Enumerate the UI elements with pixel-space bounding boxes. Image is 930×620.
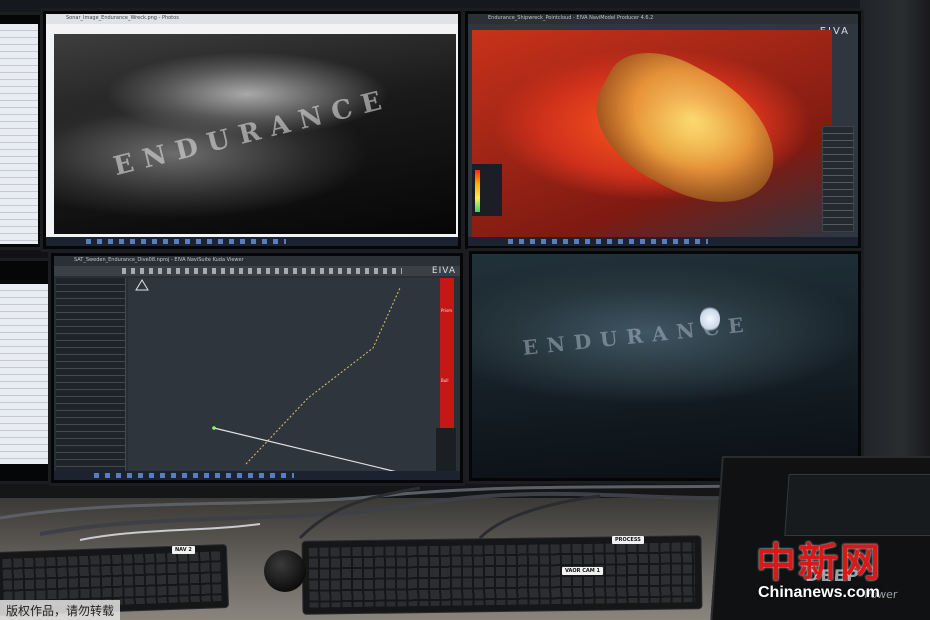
watermark-english: Chinanews.com: [758, 584, 880, 601]
settings-panel: [0, 24, 38, 244]
project-tree-panel[interactable]: [56, 278, 126, 474]
depth-gauge-bar: Prism Bull: [440, 278, 454, 428]
windows-taskbar: [468, 237, 858, 246]
keyboard-label-nav: NAV 2: [172, 546, 195, 554]
device-screen: [784, 474, 930, 536]
monitor-camera-feed: ENDURANCE: [466, 248, 864, 484]
window-title: Endurance_Shipwreck_Pointcloud - EIVA Na…: [488, 15, 654, 21]
window-title: Sonar_Image_Endurance_Wreck.png - Photos: [66, 15, 179, 21]
track-plot-view[interactable]: [128, 278, 446, 477]
window-title: SAT_Sweden_Endurance_Dive08.nproj - EIVA…: [74, 257, 244, 263]
sonar-wreck-image: ENDURANCE: [54, 34, 456, 234]
depth-readout-panel: [436, 428, 456, 476]
wreck-hull-model: [574, 32, 800, 228]
windows-taskbar: [54, 471, 460, 480]
watermark-chinese: 中新网: [756, 539, 882, 586]
right-wall-equipment: [860, 0, 930, 470]
microphone-foam: [264, 550, 306, 592]
color-legend: [472, 164, 502, 216]
keyboard-main[interactable]: [301, 535, 703, 615]
pointcloud-view[interactable]: [472, 30, 832, 240]
keyboard-label-process: PROCESS: [612, 536, 644, 544]
sea-creature: [700, 306, 720, 332]
copyright-notice: 版权作品，请勿转载: [0, 600, 121, 620]
monitor-left-top-partial: [0, 12, 44, 250]
monitor-navigation-track: SAT_Sweden_Endurance_Dive08.nproj - EIVA…: [48, 250, 466, 486]
underwater-camera-image: ENDURANCE: [472, 254, 858, 478]
track-lines: [135, 279, 415, 477]
toolbar[interactable]: [54, 266, 460, 276]
photos-titlebar: Sonar_Image_Endurance_Wreck.png - Photos: [46, 14, 458, 24]
navimodel-titlebar: Endurance_Shipwreck_Pointcloud - EIVA Na…: [468, 14, 858, 24]
kuda-titlebar: SAT_Sweden_Endurance_Dive08.nproj - EIVA…: [54, 256, 460, 266]
depth-label-bottom: Bull: [441, 378, 449, 383]
config-panel: [0, 284, 50, 464]
hull-nameplate: ENDURANCE: [110, 83, 395, 183]
monitor-pointcloud: Endurance_Shipwreck_Pointcloud - EIVA Na…: [462, 8, 864, 252]
windows-taskbar: [46, 237, 458, 246]
monitor-sonar-image: Sonar_Image_Endurance_Wreck.png - Photos…: [40, 8, 464, 252]
eiva-logo: EIVA: [431, 266, 456, 276]
keyboard-label-vaor: VAOR CAM 1: [562, 567, 603, 575]
layer-tree-panel[interactable]: [822, 126, 854, 232]
depth-label-top: Prism: [441, 308, 453, 313]
